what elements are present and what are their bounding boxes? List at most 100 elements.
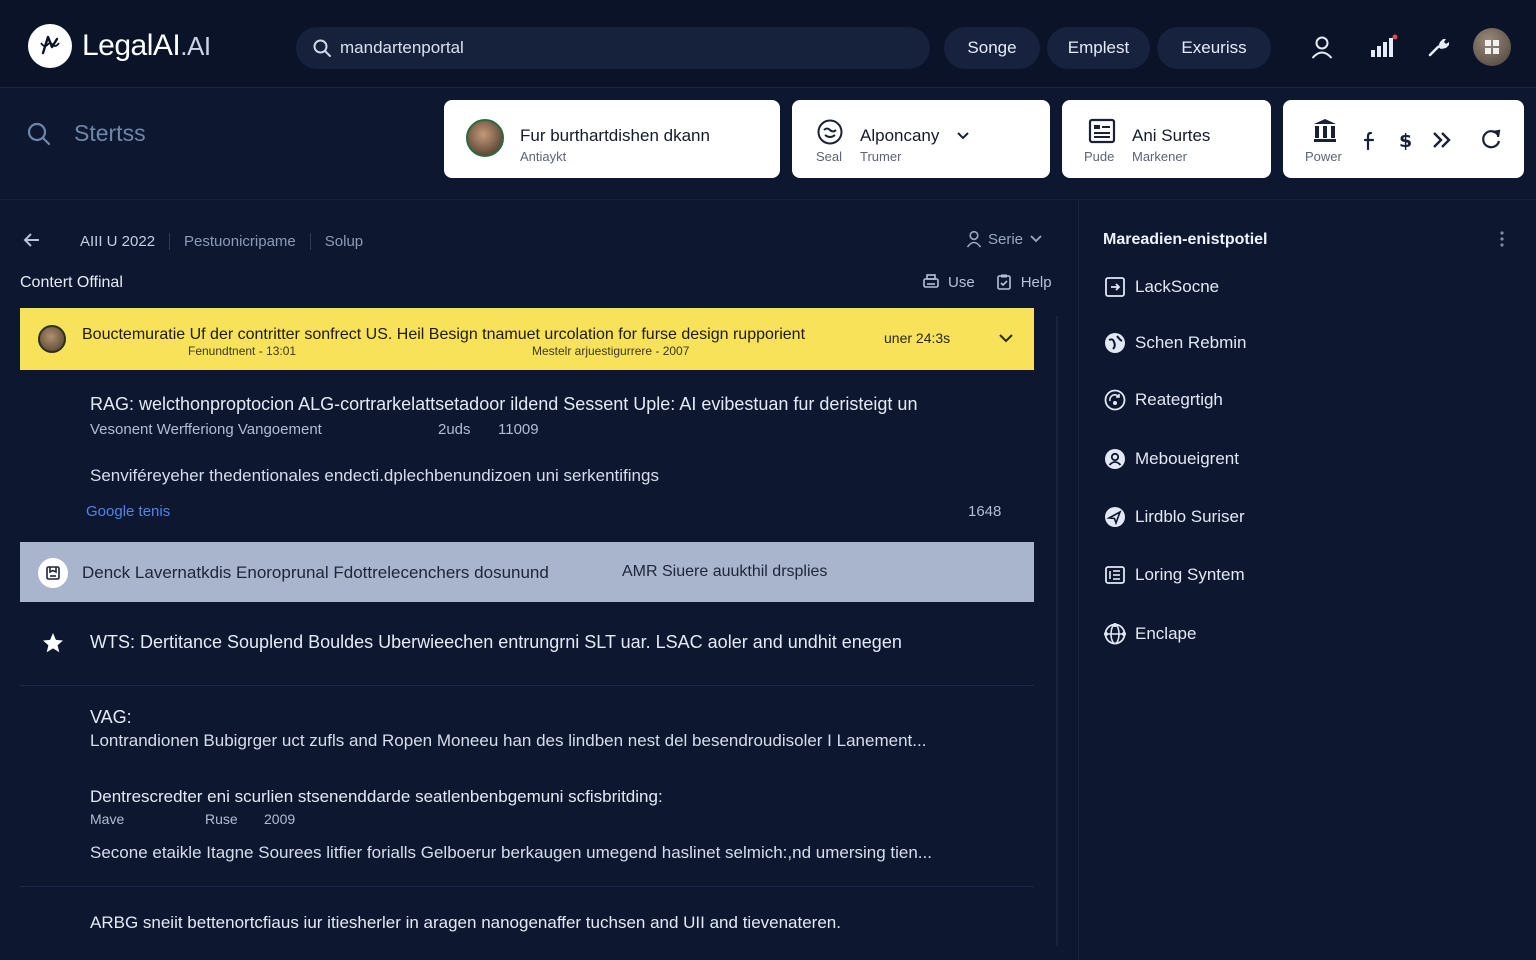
panel-item-lacksocne[interactable]: LackSocne — [1103, 274, 1219, 300]
list-item-meta: Vesonent Werfferiong Vangoement — [90, 421, 322, 438]
nav-button-songe[interactable]: Songe — [944, 27, 1040, 69]
panel-item-reategrtigh[interactable]: Reategrtigh — [1103, 387, 1223, 413]
list-item-meta: Mave — [90, 811, 125, 827]
panel-item-schen-rebmin[interactable]: Schen Rebmin — [1103, 330, 1247, 356]
agency-card-label: Seal — [816, 149, 843, 164]
agency-card-title: Alponcany — [860, 126, 940, 145]
chevron-down-icon[interactable] — [956, 131, 970, 141]
login-icon — [1103, 275, 1127, 299]
more-vertical-icon[interactable] — [1499, 230, 1505, 248]
list-item-title: RAG: welcthonproptocion ALG-cortrarkelat… — [90, 394, 918, 414]
panel-item-label: Enclape — [1135, 624, 1197, 643]
panel-item-label: LackSocne — [1135, 277, 1220, 296]
list-item-meta: 2009 — [264, 811, 296, 827]
selected-list-item[interactable]: Denck Lavernatkdis Enoroprunal Fdottrele… — [20, 542, 1034, 602]
list-item-title: Dentrescredter eni scurlien stsenenddard… — [90, 787, 663, 806]
person-icon — [966, 230, 982, 248]
profile-avatar[interactable] — [1473, 28, 1511, 66]
surtes-card-subtitle: Markener — [1132, 149, 1187, 164]
seal-icon — [817, 119, 843, 145]
power-card-label: Power — [1305, 149, 1342, 164]
app-name-main: LegalAI — [82, 29, 181, 62]
dollar-icon[interactable]: $ — [1397, 128, 1413, 152]
selected-item-title: Denck Lavernatkdis Enoroprunal Fdottrele… — [82, 563, 549, 582]
power-card[interactable]: Power $ — [1283, 100, 1524, 178]
help-button[interactable]: Help — [1021, 274, 1052, 291]
section-title: Contert Offinal — [20, 274, 123, 291]
list-item[interactable]: VAG: Lontrandionen Bubigrger uct zufls a… — [20, 686, 1034, 762]
breadcrumb-item[interactable]: Solup — [311, 233, 377, 250]
search-icon — [312, 38, 332, 58]
columns-building-icon — [1314, 119, 1336, 142]
panel-item-label: Lirdblo Suriser — [1135, 507, 1245, 526]
surtes-card[interactable]: Ani Surtes Pude Markener — [1062, 100, 1271, 178]
list-item-meta: 2uds — [438, 421, 471, 438]
list-item-description: Secone etaikle Itagne Sourees litfier fo… — [90, 843, 932, 862]
printer-icon[interactable] — [922, 273, 940, 291]
breadcrumb-item[interactable]: Pestuonicripame — [170, 232, 311, 250]
serie-dropdown[interactable]: Serie — [966, 230, 1043, 248]
clipboard-icon[interactable] — [995, 273, 1013, 291]
search-input[interactable]: mandartenportal — [340, 38, 464, 58]
panel-item-enclape[interactable]: Enclape — [1103, 621, 1196, 647]
facebook-icon[interactable] — [1361, 129, 1377, 151]
network-globe-icon — [1103, 622, 1127, 646]
list-item-meta: Ruse — [205, 811, 238, 827]
status-label: Stertss — [74, 120, 146, 146]
list-item-title: WTS: Dertitance Souplend Bouldes Uberwie… — [90, 632, 902, 652]
wrench-icon[interactable] — [1423, 32, 1453, 62]
list-item[interactable]: RAG: welcthonproptocion ALG-cortrarkelat… — [20, 370, 1034, 542]
list-scrollbar[interactable] — [1056, 316, 1058, 946]
list-item-title: VAG: — [90, 707, 132, 727]
client-card[interactable]: Fur burthartdishen dkann Antiaykt — [444, 100, 780, 178]
double-chevron-right-icon[interactable] — [1431, 130, 1453, 150]
status-filter[interactable]: Stertss — [26, 120, 146, 147]
list-item-description: Lontrandionen Bubigrger uct zufls and Ro… — [90, 731, 927, 750]
panel-title: Mareadien-enistpotiel — [1103, 231, 1268, 248]
use-button[interactable]: Use — [948, 274, 975, 291]
highlighted-list-item[interactable]: Bouctemuratie Uf der contritter sonfrect… — [20, 308, 1034, 370]
list-item[interactable]: Dentrescredter eni scurlien stsenenddard… — [20, 762, 1034, 886]
globe-icon — [1103, 331, 1127, 355]
starred-list-item[interactable]: WTS: Dertitance Souplend Bouldes Uberwie… — [20, 602, 1034, 686]
highlighted-item-meta: Mestelr arjuestigurrere - 2007 — [532, 344, 690, 358]
list-item-count: 1648 — [968, 503, 1002, 520]
management-panel: Mareadien-enistpotiel LackSocne Schen Re… — [1078, 200, 1536, 960]
client-card-title: Fur burthartdishen dkann — [520, 126, 710, 145]
archive-icon — [38, 558, 68, 588]
user-icon[interactable] — [1307, 32, 1337, 62]
top-bar: LegalAI.AI mandartenportal Songe Emplest… — [0, 0, 1536, 88]
serie-label: Serie — [988, 230, 1024, 248]
breadcrumb-item[interactable]: AIII U 2022 — [66, 232, 171, 250]
agency-card[interactable]: Alponcany Seal Trumer — [792, 100, 1050, 178]
surtes-card-title: Ani Surtes — [1132, 126, 1211, 145]
refresh-icon[interactable] — [1479, 127, 1503, 151]
search-icon — [27, 122, 51, 145]
signal-chart-icon[interactable] — [1368, 32, 1398, 62]
chevron-down-icon[interactable] — [998, 332, 1014, 344]
nav-button-exeuriss[interactable]: Exeuriss — [1157, 27, 1271, 69]
refresh-circle-icon — [1103, 388, 1127, 412]
document-icon — [1088, 118, 1116, 144]
panel-item-meboueigrent[interactable]: Meboueigrent — [1103, 446, 1239, 472]
list-item-title: ARBG sneiit bettenortcfiaus iur itiesher… — [90, 913, 841, 932]
list-item[interactable]: ARBG sneiit bettenortcfiaus iur itiesher… — [20, 887, 1034, 960]
document-list: Bouctemuratie Uf der contritter sonfrect… — [20, 308, 1034, 960]
panel-item-loring-syntem[interactable]: Loring Syntem — [1103, 562, 1245, 588]
selected-item-extra: AMR Siuere auukthil drsplies — [622, 563, 828, 580]
panel-item-label: Meboueigrent — [1135, 449, 1239, 468]
breadcrumb: AIII U 2022 Pestuonicripame Solup — [66, 228, 377, 254]
star-icon[interactable] — [41, 631, 65, 655]
panel-item-lirdblo-suriser[interactable]: Lirdblo Suriser — [1103, 504, 1245, 530]
toolbar-row: Stertss Fur burthartdishen dkann Antiayk… — [0, 88, 1536, 200]
back-arrow-icon[interactable] — [22, 230, 42, 250]
app-logo[interactable]: LegalAI.AI — [28, 24, 211, 68]
panel-item-label: Loring Syntem — [1135, 565, 1245, 584]
section-actions: Use Help — [922, 273, 1052, 291]
surtes-card-label: Pude — [1084, 149, 1115, 164]
person-circle-icon — [1103, 447, 1127, 471]
nav-button-emplest[interactable]: Emplest — [1047, 27, 1150, 69]
global-search[interactable]: mandartenportal — [296, 27, 930, 69]
grid-icon — [1485, 40, 1499, 54]
source-link[interactable]: Google tenis — [86, 503, 170, 520]
